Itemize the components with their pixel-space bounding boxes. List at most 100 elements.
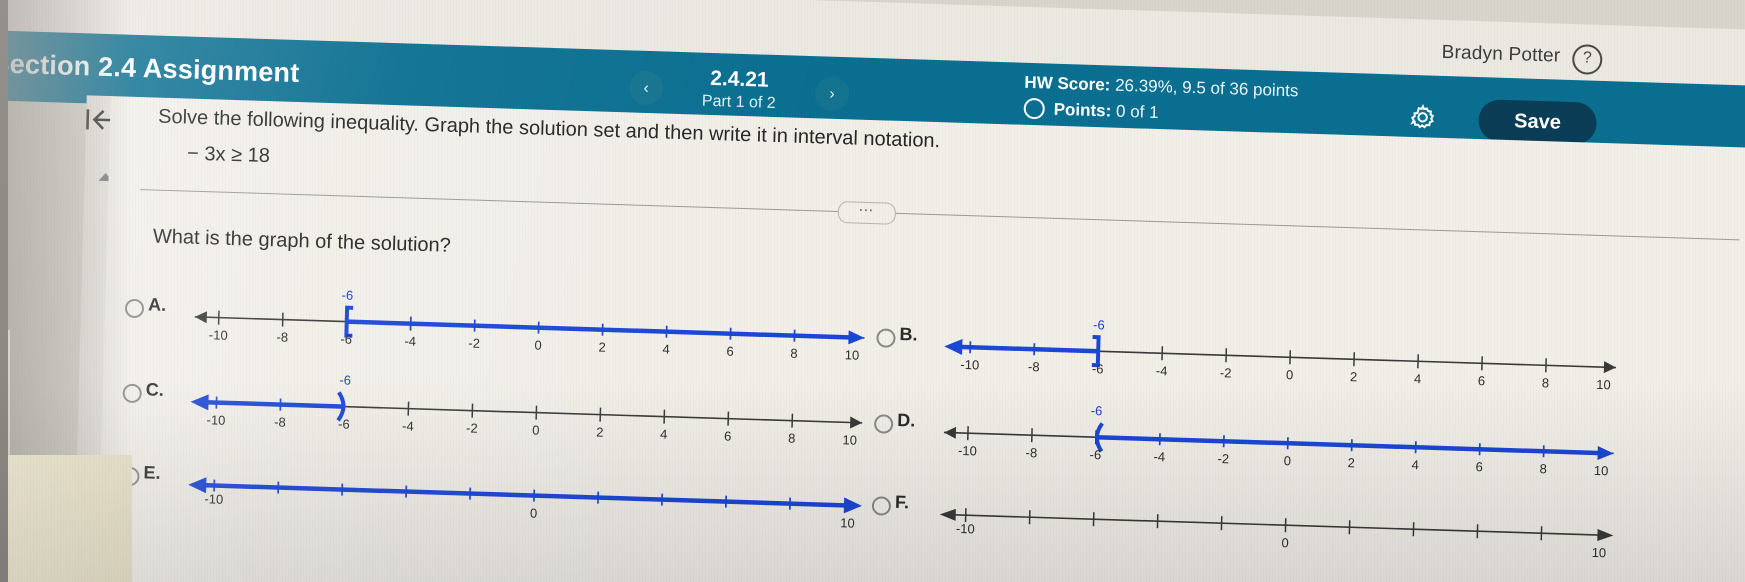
tick-label: 6 (1475, 459, 1483, 474)
tick-label: -2 (1217, 451, 1229, 466)
tick-label: 2 (596, 425, 604, 440)
tick-label: 8 (1542, 375, 1550, 390)
tick-label: 0 (534, 338, 542, 353)
tick-label: 8 (790, 346, 798, 361)
tick-label: 8 (788, 431, 796, 446)
points-row: Points: 0 of 1 (1023, 97, 1297, 128)
answer-option-d[interactable]: D. -6 -10 -8 -6 -4 -2 0 2 4 6 8 10 (873, 392, 1664, 479)
question-circle-icon[interactable]: ? (1571, 43, 1603, 75)
tick-label: 6 (1478, 373, 1486, 388)
tick-label: -4 (402, 418, 414, 433)
points-value: 0 of 1 (1115, 101, 1159, 122)
score-summary: HW Score: 26.39%, 9.5 of 36 points Point… (1023, 73, 1299, 128)
mylab-math-page: Bradyn Potter ? Section 2.4 Assignment ‹… (0, 0, 1745, 582)
tick-label: 0 (530, 505, 538, 520)
tick-label: 10 (1594, 463, 1609, 478)
chevron-left-icon[interactable]: ‹ (628, 70, 664, 106)
tick-label: 10 (840, 515, 855, 530)
tick-label: 4 (1414, 371, 1422, 386)
page-title: Section 2.4 Assignment (0, 48, 300, 89)
tick-label: 0 (1283, 453, 1291, 468)
tick-label: 2 (1350, 369, 1358, 384)
tick-label: 0 (1281, 535, 1289, 550)
exercise-panel: Solve the following inequality. Graph th… (96, 96, 1745, 582)
question-text: What is the graph of the solution? (152, 225, 452, 257)
tick-label: 10 (842, 432, 857, 447)
radio-option-b[interactable] (876, 328, 896, 348)
endpoint-label-b: -6 (1093, 317, 1105, 332)
screen-photo-backdrop: Bradyn Potter ? Section 2.4 Assignment ‹… (0, 0, 1745, 582)
tick-label: 4 (662, 342, 670, 357)
hw-score-value: 26.39%, 9.5 of 36 points (1114, 75, 1299, 101)
tick-label: 4 (660, 427, 668, 442)
tick-label: -8 (276, 329, 288, 344)
tick-label: -6 (338, 416, 350, 431)
number-line-d: -6 -10 -8 -6 -4 -2 0 2 4 6 8 10 (925, 394, 1626, 478)
points-label: Points: (1053, 99, 1112, 121)
tick-label: -4 (404, 333, 416, 348)
tick-label: -10 (209, 327, 228, 343)
option-letter-c: C. (145, 379, 165, 400)
answer-option-a[interactable]: A. -6 -10 -8 -6 -4 -2 0 2 4 6 8 10 (124, 277, 885, 363)
tick-label: -2 (1220, 365, 1232, 380)
tick-label: -8 (1028, 359, 1040, 374)
endpoint-label-d: -6 (1091, 403, 1103, 418)
option-letter-e: E. (143, 462, 161, 483)
user-name: Bradyn Potter (1441, 41, 1561, 67)
tick-label: 10 (845, 347, 860, 362)
tick-label: -6 (1092, 361, 1104, 376)
tick-label: 6 (724, 429, 732, 444)
tick-label: -4 (1153, 449, 1165, 464)
tick-label: 0 (532, 423, 540, 438)
tick-label: 10 (1596, 377, 1611, 392)
tick-label: 10 (1592, 545, 1607, 560)
number-line-f: -10 0 10 (923, 476, 1624, 560)
tick-label: 4 (1411, 457, 1419, 472)
tick-label: -6 (1089, 447, 1101, 462)
number-line-c: -6 -10 -8 -6 -4 -2 0 2 4 6 8 10 (174, 363, 875, 447)
radio-option-f[interactable] (871, 496, 892, 516)
tick-label: -2 (468, 335, 480, 350)
radio-option-c[interactable] (122, 383, 142, 404)
number-line-a: -6 -10 -8 -6 -4 -2 0 2 4 6 8 10 (176, 278, 877, 362)
gear-icon[interactable] (1408, 103, 1437, 132)
tick-label: 2 (1347, 455, 1355, 470)
tick-label: -10 (956, 521, 975, 537)
desk-surface (0, 455, 132, 582)
tick-label: 6 (726, 344, 734, 359)
number-line-e: -10 0 10 (172, 446, 873, 530)
tick-label: -8 (274, 414, 286, 429)
radio-option-d[interactable] (873, 414, 894, 434)
save-button[interactable]: Save (1478, 99, 1598, 145)
tick-label: -10 (958, 443, 977, 459)
tick-label: -6 (340, 331, 352, 346)
chevron-right-icon[interactable]: › (814, 76, 850, 112)
endpoint-label-a: -6 (341, 287, 353, 302)
ellipsis-icon[interactable]: ⋯ (837, 201, 897, 225)
answer-option-f[interactable]: F. -10 0 10 (871, 474, 1662, 561)
tick-label: -2 (466, 420, 478, 435)
hw-score-row: HW Score: 26.39%, 9.5 of 36 points (1024, 73, 1298, 102)
answer-option-b[interactable]: B. -6 -10 -8 -6 -4 -2 0 2 4 6 8 10 (876, 306, 1667, 393)
tick-label: -8 (1025, 445, 1037, 460)
hw-score-label: HW Score: (1024, 72, 1111, 95)
number-line-b: -6 -10 -8 -6 -4 -2 0 2 4 6 8 10 (928, 308, 1629, 392)
problem-inequality: − 3x ≥ 18 (186, 142, 271, 168)
points-text: Points: 0 of 1 (1053, 99, 1158, 122)
exercise-part-label: Part 1 of 2 (701, 92, 776, 112)
tick-label: -10 (204, 491, 223, 507)
answer-option-e[interactable]: E. -10 0 10 (120, 445, 881, 531)
exercise-number: 2.4.21 (709, 66, 769, 92)
option-letter-f: F. (894, 491, 910, 513)
endpoint-label-c: -6 (339, 372, 351, 387)
tick-label: -10 (206, 412, 225, 428)
radio-option-a[interactable] (124, 298, 145, 319)
tick-label: 8 (1539, 461, 1547, 476)
tick-label: -4 (1156, 363, 1168, 378)
option-letter-a: A. (147, 294, 167, 315)
monitor-bezel (0, 0, 8, 582)
answer-option-c[interactable]: C. -6 -10 -8 -6 -4 -2 0 2 4 6 8 10 (122, 362, 883, 448)
tick-label: -10 (960, 357, 979, 373)
points-status-circle-icon (1023, 97, 1046, 120)
tick-label: 2 (598, 340, 606, 355)
